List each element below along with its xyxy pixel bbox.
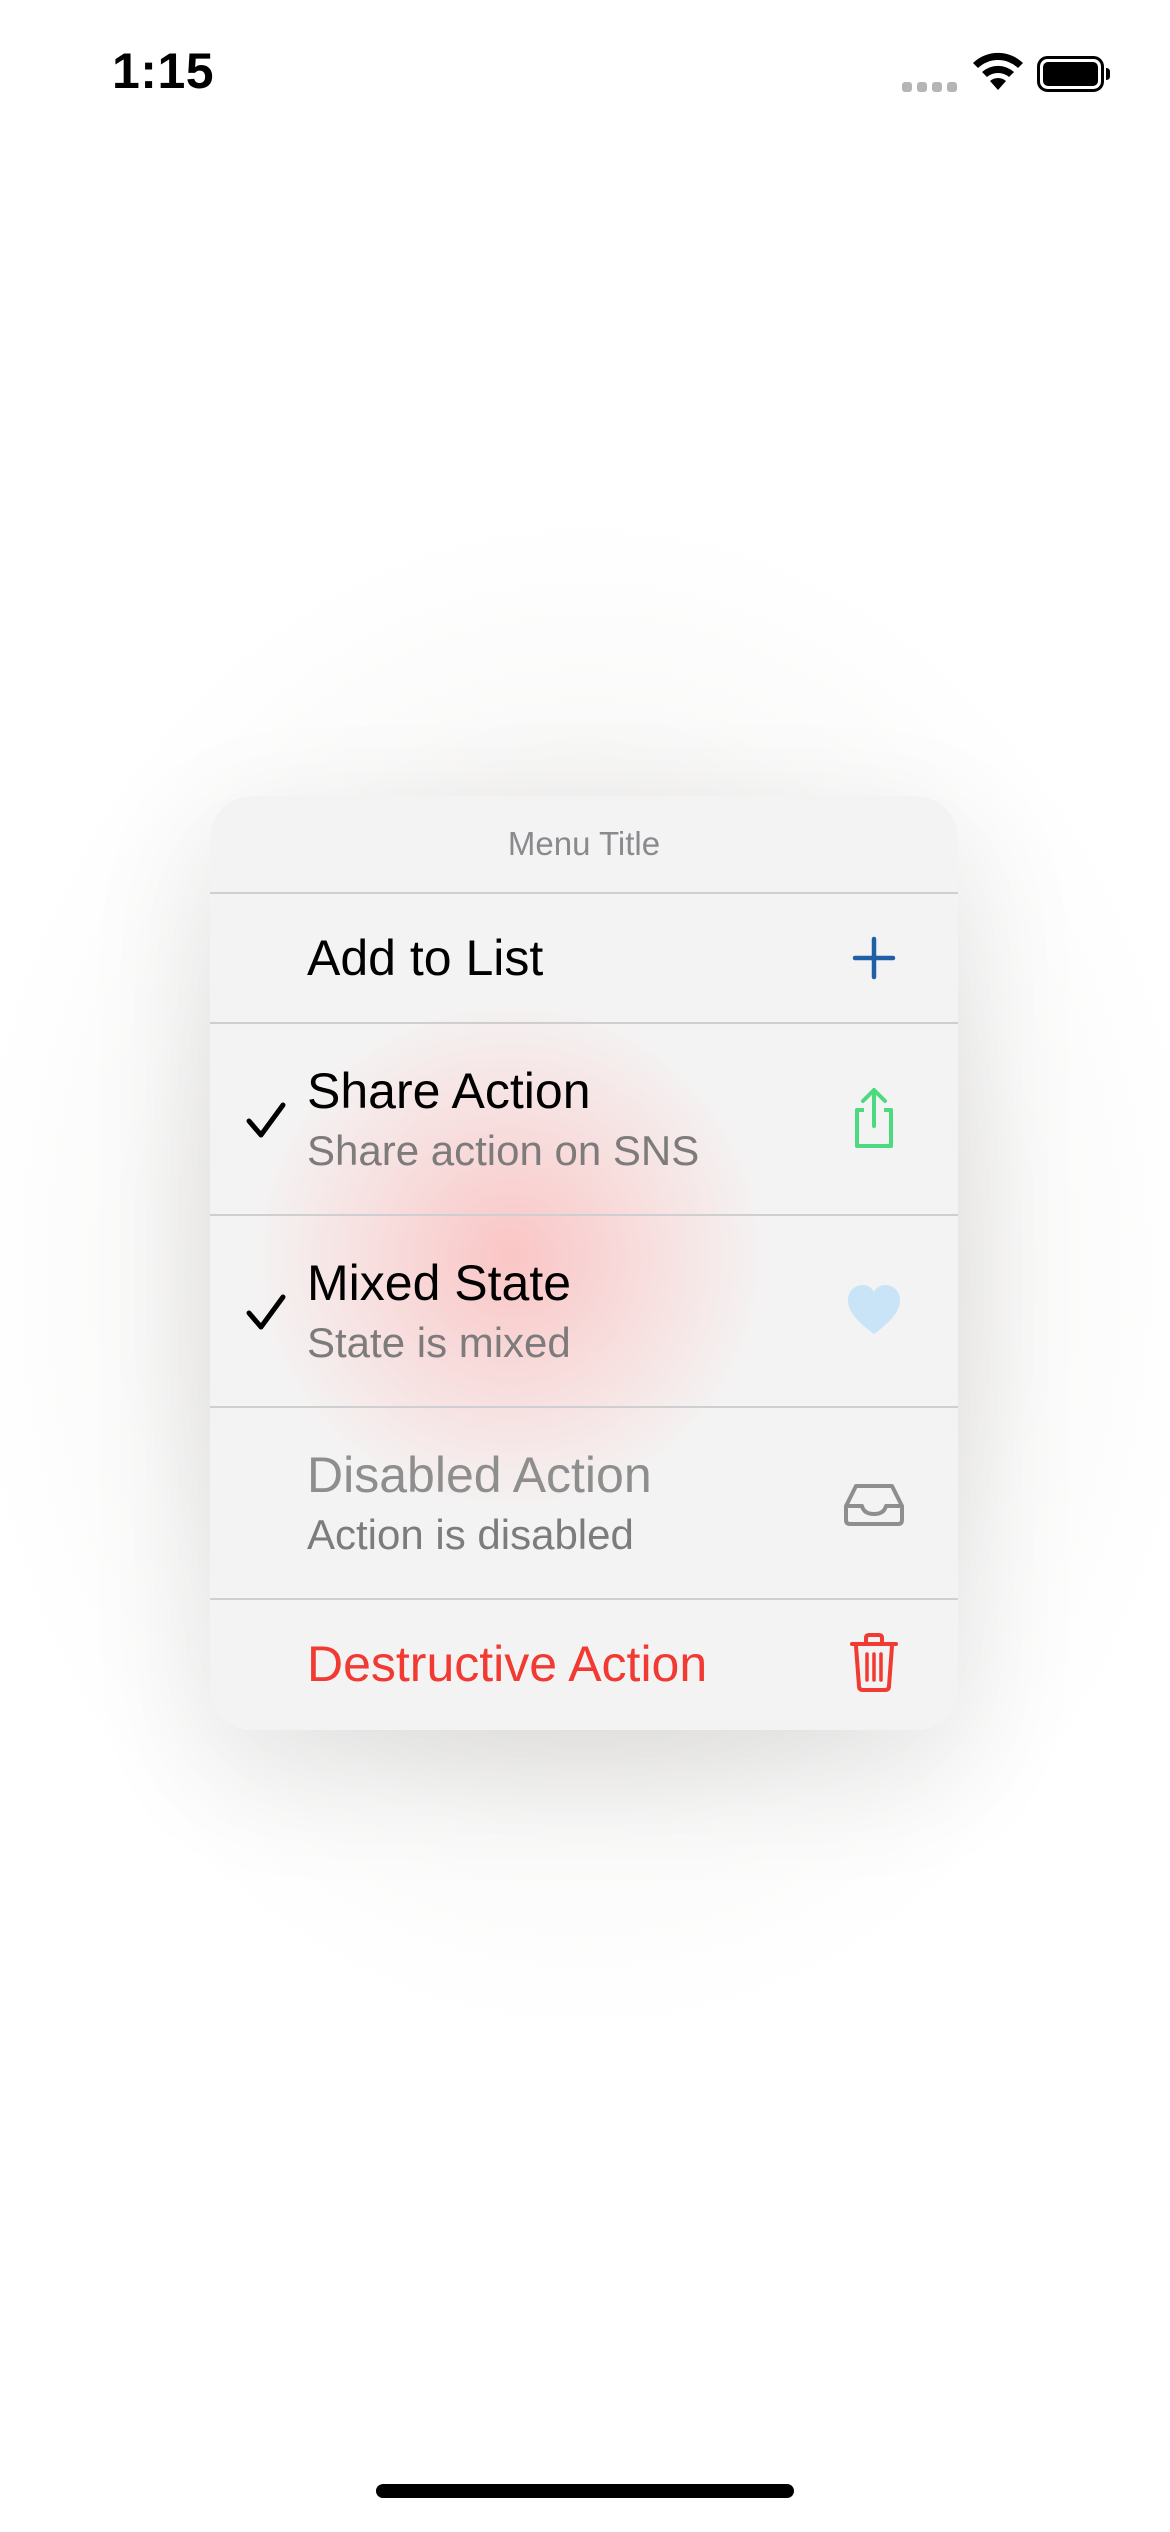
wifi-icon <box>973 52 1023 90</box>
signal-dots-icon <box>902 80 958 94</box>
share-icon <box>855 1088 893 1148</box>
menu-item-title: Add to List <box>307 930 544 986</box>
menu-item-add-to-list[interactable]: Add to List <box>210 894 958 1024</box>
menu-item-subtitle: Share action on SNS <box>307 1127 700 1174</box>
menu-item-disabled-action: Disabled Action Action is disabled <box>210 1408 958 1600</box>
menu-title: Menu Title <box>210 796 958 894</box>
menu-item-mixed-state[interactable]: Mixed State State is mixed <box>210 1216 958 1408</box>
menu-item-title: Disabled Action <box>307 1447 652 1503</box>
plus-icon <box>852 936 896 980</box>
trash-icon <box>850 1633 898 1692</box>
menu-item-title: Destructive Action <box>307 1636 708 1692</box>
menu-item-subtitle: State is mixed <box>307 1319 571 1366</box>
menu-item-destructive-action[interactable]: Destructive Action <box>210 1600 958 1728</box>
checkmark-icon <box>246 1294 286 1330</box>
menu-item-title: Share Action <box>307 1063 591 1119</box>
status-bar: 1:15 <box>0 0 1170 150</box>
home-indicator[interactable] <box>376 2484 794 2498</box>
status-time: 1:15 <box>112 43 215 99</box>
checkmark-icon <box>246 1102 286 1138</box>
menu-item-title: Mixed State <box>307 1255 572 1311</box>
menu-item-share-action[interactable]: Share Action Share action on SNS <box>210 1024 958 1216</box>
battery-full-icon <box>1037 56 1110 92</box>
tray-icon <box>844 1484 904 1526</box>
context-menu: Menu Title Add to List Share Action Shar… <box>210 796 958 1730</box>
menu-item-subtitle: Action is disabled <box>307 1511 634 1558</box>
heart-icon <box>848 1285 900 1334</box>
